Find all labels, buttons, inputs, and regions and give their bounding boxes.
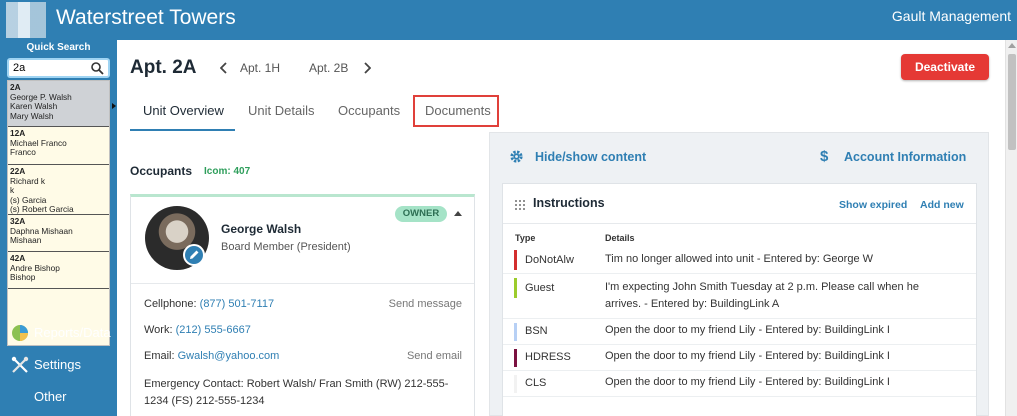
- email-link[interactable]: Gwalsh@yahoo.com: [178, 350, 280, 362]
- tab-occupants[interactable]: Occupants: [338, 103, 400, 118]
- instructions-card: Instructions Show expired Add new Type D…: [502, 183, 977, 416]
- emergency-contact: Emergency Contact: Robert Walsh/ Fran Sm…: [144, 378, 449, 407]
- type-color-bar: [514, 250, 517, 270]
- occupant-card: George Walsh Board Member (President) OW…: [130, 194, 475, 416]
- unit-side-panel: Hide/show content $ Account Information …: [489, 132, 989, 416]
- show-expired-link[interactable]: Show expired: [839, 199, 907, 211]
- search-icon[interactable]: [90, 61, 104, 75]
- type-color-bar: [514, 278, 517, 298]
- cellphone-link[interactable]: (877) 501-7117: [200, 298, 274, 310]
- search-result[interactable]: 2A George P. Walsh Karen Walsh Mary Wals…: [8, 81, 109, 127]
- send-message-link[interactable]: Send message: [389, 298, 462, 310]
- sidebar-item-label: Other: [34, 389, 67, 404]
- pencil-icon: [190, 250, 199, 259]
- occupants-heading: Occupants: [130, 164, 193, 178]
- table-row[interactable]: Guest I'm expecting John Smith Tuesday a…: [503, 274, 976, 319]
- chevron-left-icon[interactable]: [220, 62, 228, 74]
- main-content: Apt. 2A Apt. 1H Apt. 2B Deactivate Unit …: [117, 40, 1005, 416]
- work-phone-link[interactable]: (212) 555-6667: [176, 324, 251, 336]
- table-row[interactable]: DoNotAlw Tim no longer allowed into unit…: [503, 246, 976, 274]
- highlight-box: [413, 95, 499, 127]
- management-name[interactable]: Gault Management: [892, 8, 1011, 24]
- drag-handle-icon[interactable]: [514, 199, 525, 210]
- building-logo: [6, 2, 46, 38]
- type-color-bar: [514, 323, 517, 341]
- owner-badge: OWNER: [395, 206, 447, 222]
- quick-search-input[interactable]: [9, 60, 89, 76]
- search-result[interactable]: 12A Michael Franco Franco: [8, 127, 109, 165]
- collapse-card-icon[interactable]: [454, 211, 462, 216]
- column-header-details: Details: [605, 233, 635, 243]
- work-phone-row: Work: (212) 555-6667: [144, 324, 251, 336]
- table-row[interactable]: CLS Open the door to my friend Lily - En…: [503, 371, 976, 397]
- quick-search-results: 2A George P. Walsh Karen Walsh Mary Wals…: [7, 80, 110, 346]
- add-new-link[interactable]: Add new: [920, 199, 964, 211]
- top-banner: Waterstreet Towers Gault Management: [0, 0, 1017, 40]
- tools-icon: [11, 356, 29, 373]
- chevron-right-icon[interactable]: [363, 62, 371, 74]
- tab-unit-overview[interactable]: Unit Overview: [143, 103, 224, 118]
- unit-tabs: Unit Overview Unit Details Occupants Doc…: [130, 95, 990, 132]
- search-result[interactable]: 42A Andre Bishop Bishop: [8, 252, 109, 289]
- column-header-type: Type: [515, 233, 536, 243]
- edit-occupant-button[interactable]: [183, 244, 205, 266]
- next-apartment-link[interactable]: Apt. 2B: [309, 61, 348, 75]
- page-scrollbar[interactable]: [1005, 40, 1017, 416]
- pie-chart-icon: [12, 325, 28, 341]
- occupant-name[interactable]: George Walsh: [221, 222, 301, 236]
- quick-search-box[interactable]: [7, 58, 110, 78]
- instructions-title: Instructions: [533, 196, 605, 210]
- type-color-bar: [514, 375, 517, 393]
- building-title: Waterstreet Towers: [56, 6, 236, 29]
- prev-apartment-link[interactable]: Apt. 1H: [240, 61, 280, 75]
- email-row: Email: Gwalsh@yahoo.com: [144, 350, 280, 362]
- cellphone-row: Cellphone: (877) 501-7117: [144, 298, 275, 310]
- tab-unit-details[interactable]: Unit Details: [248, 103, 314, 118]
- icom-number: Icom: 407: [204, 166, 251, 177]
- scroll-up-arrow-icon[interactable]: [1008, 43, 1016, 48]
- collapse-arrow-icon[interactable]: [112, 103, 116, 109]
- scrollbar-thumb[interactable]: [1008, 54, 1016, 150]
- sidebar-item-label: Settings: [34, 357, 81, 372]
- quick-search-label: Quick Search: [26, 42, 91, 53]
- table-row[interactable]: HDRESS Open the door to my friend Lily -…: [503, 345, 976, 371]
- sidebar-item-label: Reports/Data: [34, 325, 111, 340]
- sidebar: Quick Search 2A George P. Walsh Karen Wa…: [0, 40, 117, 416]
- deactivate-button[interactable]: Deactivate: [901, 54, 989, 80]
- table-row[interactable]: BSN Open the door to my friend Lily - En…: [503, 319, 976, 345]
- gear-icon: [510, 150, 523, 163]
- dollar-icon: $: [820, 148, 829, 165]
- divider: [503, 223, 976, 224]
- occupant-role: Board Member (President): [221, 241, 351, 253]
- search-result[interactable]: 32A Daphna Mishaan Mishaan: [8, 215, 109, 252]
- send-email-link[interactable]: Send email: [407, 350, 462, 362]
- type-color-bar: [514, 349, 517, 367]
- divider: [131, 283, 474, 284]
- active-tab-indicator: [130, 129, 235, 131]
- search-result[interactable]: 22A Richard k k (s) Garcia (s) Robert Ga…: [8, 165, 109, 215]
- page-title: Apt. 2A: [130, 57, 197, 78]
